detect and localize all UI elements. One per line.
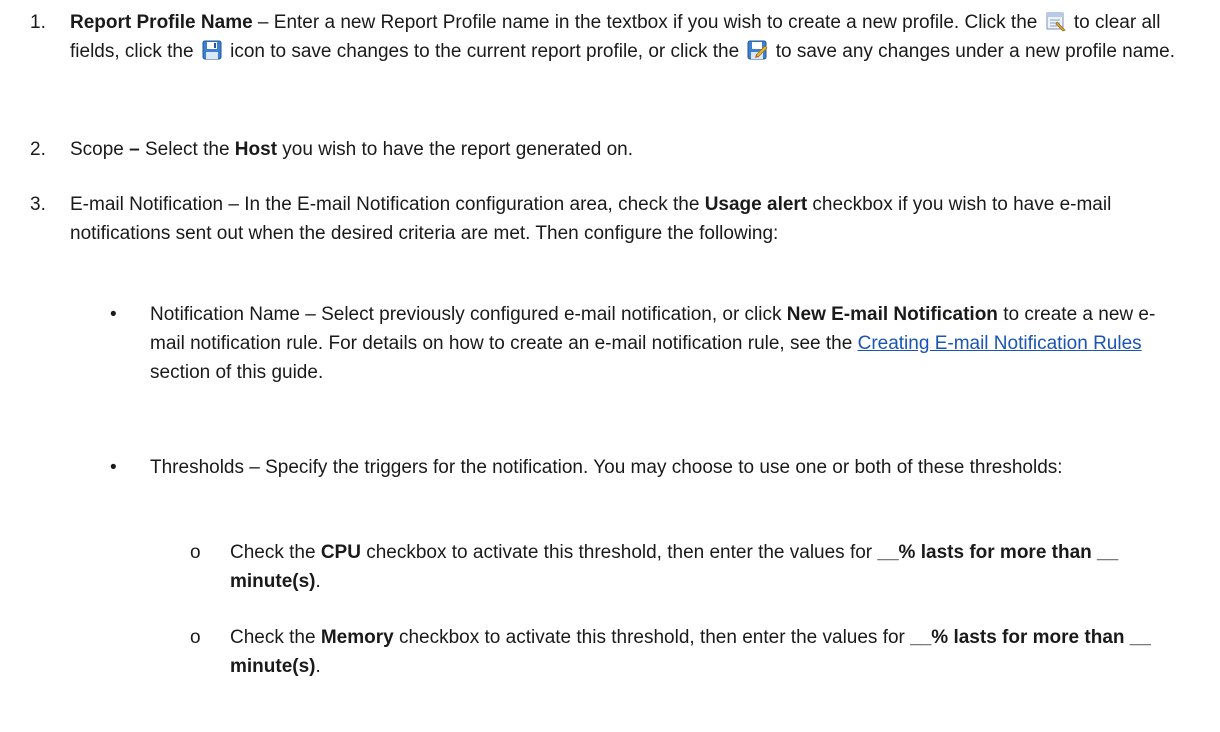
sub-bullet-bold: CPU bbox=[320, 542, 361, 563]
list-item-scope: 2. Scope – Select the Host you wish to h… bbox=[30, 135, 1190, 164]
bullet-item-notification-name: • Notification Name – Select previously … bbox=[110, 300, 1170, 387]
item-text: icon to save changes to the current repo… bbox=[224, 41, 745, 62]
item-body: Scope – Select the Host you wish to have… bbox=[70, 135, 1190, 164]
sub-bullet-text: . bbox=[315, 571, 321, 592]
item-text: Scope bbox=[70, 139, 130, 160]
save-icon bbox=[201, 39, 223, 61]
item-title: Report Profile Name bbox=[70, 12, 253, 33]
sub-bullet-memory: o Check the Memory checkbox to activate … bbox=[190, 623, 1180, 681]
bullet-item-thresholds: • Thresholds – Specify the triggers for … bbox=[110, 453, 1170, 482]
save-as-icon bbox=[746, 39, 769, 61]
sub-bullet-body: Check the CPU checkbox to activate this … bbox=[230, 538, 1180, 596]
document-page: 1. Report Profile Name – Enter a new Rep… bbox=[0, 0, 1220, 732]
sub-bullet-symbol: o bbox=[190, 542, 201, 563]
sub-bullet-symbol: o bbox=[190, 627, 201, 648]
bullet-symbol: • bbox=[110, 457, 117, 478]
item-number: 2. bbox=[30, 139, 46, 160]
item-bold: Usage alert bbox=[704, 194, 808, 215]
list-item-email-notification: 3. E-mail Notification – In the E-mail N… bbox=[30, 190, 1190, 248]
list-item-report-profile-name: 1. Report Profile Name – Enter a new Rep… bbox=[30, 8, 1190, 66]
sub-bullet-text: . bbox=[315, 656, 321, 677]
bullet-text: Notification Name – Select previously co… bbox=[150, 304, 787, 325]
bullet-bold: New E-mail Notification bbox=[786, 304, 998, 325]
bullet-body: Notification Name – Select previously co… bbox=[150, 300, 1170, 387]
bullet-text: section of this guide. bbox=[150, 362, 324, 383]
item-body: E-mail Notification – In the E-mail Noti… bbox=[70, 190, 1190, 248]
item-body: Report Profile Name – Enter a new Report… bbox=[70, 8, 1190, 66]
sub-bullet-cpu: o Check the CPU checkbox to activate thi… bbox=[190, 538, 1180, 596]
sub-bullet-text: Check the bbox=[230, 627, 321, 648]
bullet-symbol: • bbox=[110, 304, 117, 325]
item-text: – Enter a new Report Profile name in the… bbox=[252, 12, 1043, 33]
sub-bullet-text: checkbox to activate this threshold, the… bbox=[360, 542, 878, 563]
item-text: E-mail Notification – In the E-mail Noti… bbox=[70, 194, 705, 215]
sub-bullet-body: Check the Memory checkbox to activate th… bbox=[230, 623, 1180, 681]
clear-fields-icon bbox=[1045, 10, 1067, 32]
bullet-body: Thresholds – Specify the triggers for th… bbox=[150, 453, 1170, 482]
item-bold: Host bbox=[234, 139, 278, 160]
item-number: 3. bbox=[30, 194, 46, 215]
bullet-text: Thresholds – Specify the triggers for th… bbox=[150, 457, 1063, 478]
item-number: 1. bbox=[30, 12, 46, 33]
sub-bullet-bold: Memory bbox=[320, 627, 394, 648]
item-text: to save any changes under a new profile … bbox=[770, 41, 1175, 62]
item-dash: – bbox=[129, 139, 140, 160]
sub-bullet-text: Check the bbox=[230, 542, 321, 563]
item-text: you wish to have the report generated on… bbox=[277, 139, 633, 160]
item-text: Select the bbox=[139, 139, 235, 160]
creating-email-notification-rules-link[interactable]: Creating E-mail Notification Rules bbox=[858, 333, 1142, 354]
sub-bullet-text: checkbox to activate this threshold, the… bbox=[393, 627, 911, 648]
